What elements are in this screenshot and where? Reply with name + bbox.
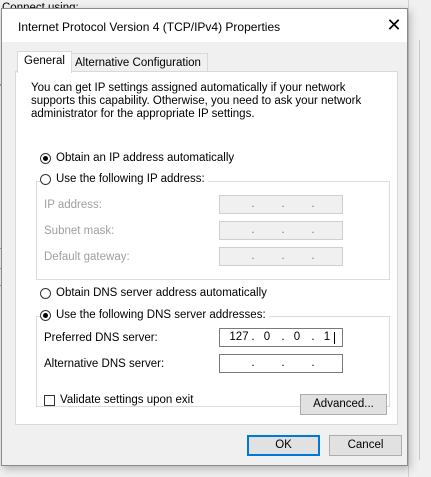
dialog-client-area: General Alternative Configuration You ca… — [2, 42, 407, 465]
radio-unselected-icon — [40, 287, 51, 299]
radio-selected-icon — [40, 152, 51, 164]
ipv4-properties-dialog: Internet Protocol Version 4 (TCP/IPv4) P… — [1, 8, 408, 466]
radio-unselected-icon — [40, 173, 51, 185]
close-icon[interactable]: ✕ — [383, 14, 405, 36]
text-caret — [334, 332, 335, 344]
obtain-dns-auto-radio[interactable]: Obtain DNS server address automatically — [40, 287, 267, 299]
cancel-button[interactable]: Cancel — [329, 435, 402, 456]
tab-general[interactable]: General — [17, 51, 72, 73]
advanced-button[interactable]: Advanced... — [300, 394, 387, 415]
general-tab-panel: You can get IP settings assigned automat… — [15, 71, 398, 425]
use-following-ip-label: Use the following IP address: — [56, 173, 205, 185]
background-window-edge — [408, 0, 431, 477]
ip-address-field: . . . — [219, 195, 343, 214]
tab-alternative-configuration-label: Alternative Configuration — [75, 57, 201, 69]
checkbox-unchecked-icon — [44, 394, 55, 406]
default-gateway-field: . . . — [219, 247, 343, 266]
preferred-dns-field[interactable]: 127 . 0 . 0 . 1 — [219, 328, 343, 347]
validate-settings-label: Validate settings upon exit — [60, 394, 194, 406]
obtain-dns-auto-label: Obtain DNS server address automatically — [56, 287, 267, 299]
preferred-dns-label: Preferred DNS server: — [44, 332, 158, 344]
subnet-mask-field: . . . — [219, 221, 343, 240]
use-following-dns-radio[interactable]: Use the following DNS server addresses: — [40, 309, 269, 321]
tab-alternative-configuration[interactable]: Alternative Configuration — [68, 53, 208, 72]
tab-general-label: General — [24, 55, 65, 67]
ok-button[interactable]: OK — [247, 435, 320, 456]
use-following-ip-radio[interactable]: Use the following IP address: — [40, 173, 208, 185]
title-bar[interactable]: Internet Protocol Version 4 (TCP/IPv4) P… — [2, 9, 407, 42]
radio-selected-icon — [40, 309, 51, 321]
description-text: You can get IP settings assigned automat… — [31, 82, 362, 120]
default-gateway-label: Default gateway: — [44, 251, 130, 263]
subnet-mask-label: Subnet mask: — [44, 225, 115, 237]
validate-settings-checkbox[interactable]: Validate settings upon exit — [44, 394, 193, 406]
ip-address-label: IP address: — [44, 199, 102, 211]
obtain-ip-auto-label: Obtain an IP address automatically — [56, 152, 235, 164]
dialog-title: Internet Protocol Version 4 (TCP/IPv4) P… — [18, 20, 281, 34]
alternative-dns-label: Alternative DNS server: — [44, 358, 165, 370]
use-following-dns-label: Use the following DNS server addresses: — [56, 309, 266, 321]
alternative-dns-field[interactable]: . . . — [219, 354, 343, 373]
obtain-ip-auto-radio[interactable]: Obtain an IP address automatically — [40, 152, 234, 164]
